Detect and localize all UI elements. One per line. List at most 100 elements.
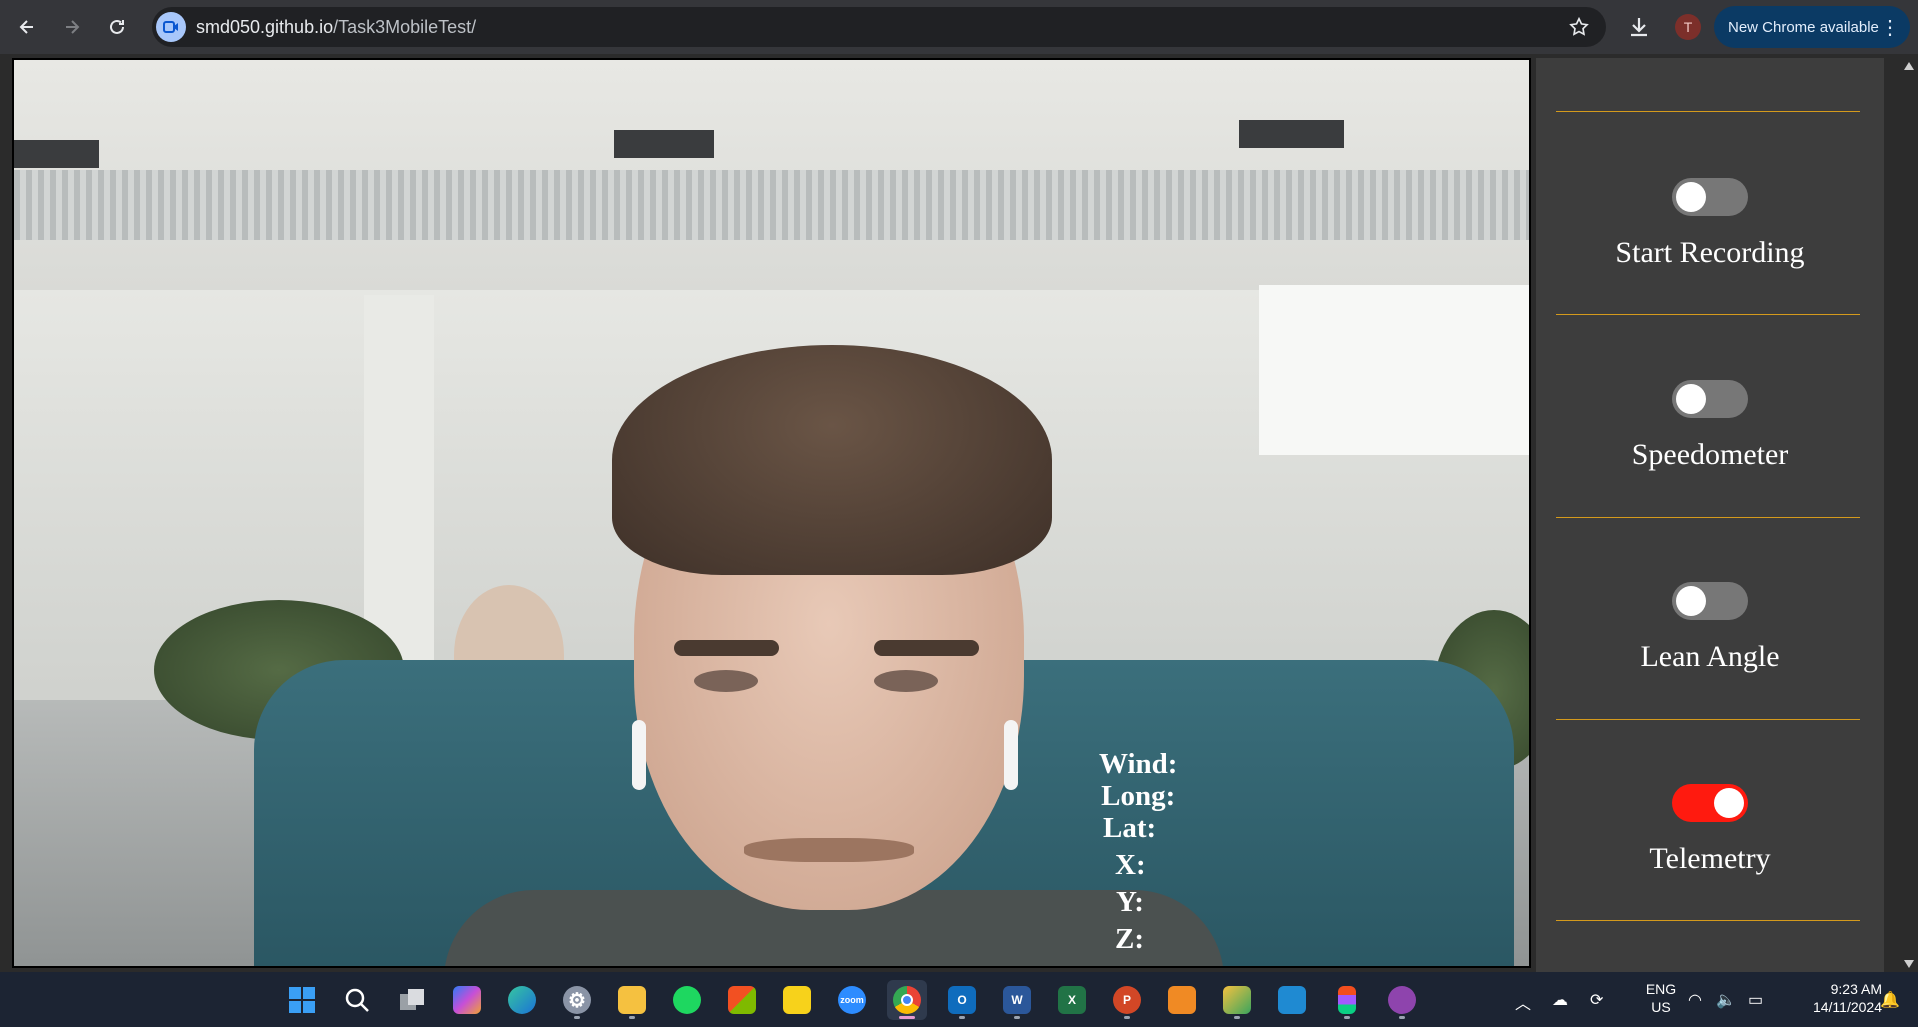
chrome-button[interactable] [887, 980, 927, 1020]
notification-bell-icon[interactable]: 🔔 [1880, 990, 1900, 1010]
speedometer-toggle[interactable] [1672, 380, 1748, 418]
control-speedometer: Speedometer [1536, 380, 1884, 520]
store-icon [728, 986, 756, 1014]
github-icon [1388, 986, 1416, 1014]
toggle-knob [1676, 182, 1706, 212]
start-recording-label: Start Recording [1615, 236, 1805, 269]
copilot-icon [453, 986, 481, 1014]
divider [1556, 719, 1860, 720]
toggle-knob [1714, 788, 1744, 818]
telemetry-z-label: Z: [1115, 923, 1144, 955]
start-recording-toggle[interactable] [1672, 178, 1748, 216]
task-view-button[interactable] [392, 980, 432, 1020]
divider [1556, 111, 1860, 112]
clock[interactable]: 9:23 AM 14/11/2024 [1782, 980, 1882, 1016]
forward-icon [66, 20, 80, 34]
sticky-notes-icon [783, 986, 811, 1014]
wifi-icon[interactable]: ◠ [1688, 990, 1702, 1010]
word-icon: W [1003, 986, 1031, 1014]
sticky-notes-button[interactable] [777, 980, 817, 1020]
telemetry-long-label: Long: [1101, 780, 1176, 812]
search-icon [345, 988, 369, 1012]
microsoft-store-button[interactable] [722, 980, 762, 1020]
copilot-button[interactable] [447, 980, 487, 1020]
telemetry-label: Telemetry [1649, 842, 1771, 875]
divider [1556, 517, 1860, 518]
powerpoint-button[interactable]: P [1107, 980, 1147, 1020]
reload-button[interactable] [100, 10, 134, 44]
lean-angle-label: Lean Angle [1640, 640, 1780, 673]
lean-angle-toggle[interactable] [1672, 582, 1748, 620]
control-lean-angle: Lean Angle [1536, 582, 1884, 722]
reload-icon [110, 19, 124, 34]
sync-icon[interactable]: ⟳ [1590, 990, 1603, 1010]
toggle-knob [1676, 586, 1706, 616]
settings-button[interactable]: ⚙ [557, 980, 597, 1020]
toggle-knob [1676, 384, 1706, 414]
scroll-up-icon[interactable] [1904, 62, 1914, 70]
github-desktop-button[interactable] [1382, 980, 1422, 1020]
folder-icon [618, 986, 646, 1014]
profile-avatar[interactable]: T [1675, 14, 1701, 40]
outlook-button[interactable]: O [942, 980, 982, 1020]
orange-app-button[interactable] [1162, 980, 1202, 1020]
windows-logo-icon [289, 987, 315, 1013]
powerpoint-icon: P [1113, 986, 1141, 1014]
update-label: New Chrome available [1728, 18, 1879, 36]
back-button[interactable] [10, 10, 44, 44]
telemetry-lat-label: Lat: [1103, 812, 1157, 844]
windows-start-button[interactable] [282, 980, 322, 1020]
word-button[interactable]: W [997, 980, 1037, 1020]
telemetry-wind-label: Wind: [1099, 748, 1178, 780]
telemetry-y-label: Y: [1116, 886, 1144, 918]
task-view-icon [400, 989, 424, 1010]
figma-icon [1338, 986, 1356, 1014]
zoom-icon: zoom [838, 986, 866, 1014]
menu-kebab-icon[interactable]: ⋮ [1880, 15, 1900, 40]
taskbar-search-button[interactable] [337, 980, 377, 1020]
volume-icon[interactable]: 🔈 [1716, 990, 1736, 1010]
show-hidden-icons-chevron-up-icon[interactable]: ︿ [1515, 990, 1531, 1014]
spotify-icon [673, 986, 701, 1014]
telemetry-toggle[interactable] [1672, 784, 1748, 822]
onedrive-cloud-icon[interactable]: ☁ [1552, 990, 1568, 1010]
address-bar[interactable]: smd050.github.io/Task3MobileTest/ [152, 7, 1606, 47]
scroll-down-icon[interactable] [1904, 960, 1914, 968]
edge-icon [508, 986, 536, 1014]
page-viewport: Wind: Long: Lat: X: Y: Z: Start Recordin… [0, 54, 1918, 972]
outlook-icon: O [948, 986, 976, 1014]
file-explorer-button[interactable] [612, 980, 652, 1020]
telemetry-x-label: X: [1115, 849, 1146, 881]
webcam-video: Wind: Long: Lat: X: Y: Z: [12, 58, 1531, 968]
app-icon [1168, 986, 1196, 1014]
forward-button[interactable] [55, 10, 89, 44]
vscode-icon [1278, 986, 1306, 1014]
speedometer-label: Speedometer [1631, 438, 1789, 471]
page-scrollbar[interactable] [1900, 58, 1918, 972]
gear-icon: ⚙ [563, 986, 591, 1014]
back-icon [19, 20, 33, 34]
spotify-button[interactable] [667, 980, 707, 1020]
excel-button[interactable]: X [1052, 980, 1092, 1020]
zoom-button[interactable]: zoom [832, 980, 872, 1020]
snipping-tool-button[interactable] [1217, 980, 1257, 1020]
control-panel: Start Recording Speedometer Lean Angle T… [1536, 58, 1884, 972]
chrome-update-button[interactable]: New Chrome available ⋮ [1714, 6, 1910, 48]
bookmark-star-icon[interactable] [1568, 16, 1590, 38]
control-telemetry: Telemetry [1536, 784, 1884, 924]
snipping-tool-icon [1223, 986, 1251, 1014]
browser-toolbar: smd050.github.io/Task3MobileTest/ T New … [0, 0, 1918, 54]
chrome-icon [893, 986, 921, 1014]
divider [1556, 314, 1860, 315]
vscode-button[interactable] [1272, 980, 1312, 1020]
figma-button[interactable] [1327, 980, 1367, 1020]
language-indicator[interactable]: ENG US [1636, 980, 1686, 1016]
site-info-icon[interactable] [156, 12, 186, 42]
battery-icon[interactable]: ▭ [1748, 990, 1763, 1010]
divider [1556, 920, 1860, 921]
telemetry-readout: Wind: Long: Lat: X: Y: Z: [1099, 748, 1177, 955]
download-icon[interactable] [1624, 12, 1654, 42]
windows-taskbar: ⚙ zoom O W X P ︿ ☁ ⟳ ENG US ◠ 🔈 ▭ 9:23 A… [0, 972, 1918, 1027]
url-text[interactable]: smd050.github.io/Task3MobileTest/ [196, 17, 476, 38]
edge-button[interactable] [502, 980, 542, 1020]
